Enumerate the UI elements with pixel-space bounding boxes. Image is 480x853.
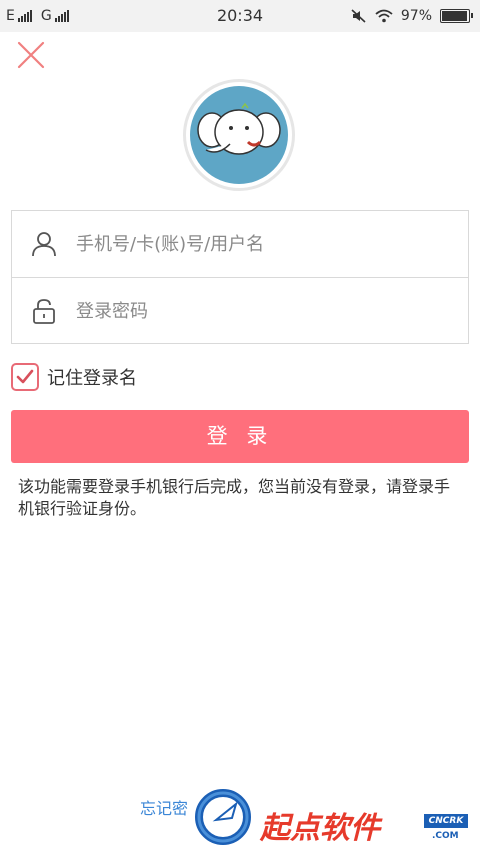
login-notice: 该功能需要登录手机银行后完成，您当前没有登录，请登录手机银行验证身份。 [18,477,451,518]
remember-label: 记住登录名 [47,368,137,389]
login-button[interactable]: 登 录 [11,410,469,463]
close-icon [17,41,45,69]
close-button[interactable] [16,40,46,70]
password-row [12,277,468,343]
watermark-brand: 起点软件 [260,811,380,846]
status-icons: 97% [351,6,473,26]
elephant-avatar [190,86,288,184]
mute-icon [351,9,366,23]
watermark-tag: CNCRK [424,814,468,828]
check-icon [16,369,34,384]
remember-username-checkbox[interactable]: 记住登录名 [11,362,137,392]
status-bar: E G 20:34 97% [0,0,480,32]
forgot-password-link[interactable]: 忘记密 [140,795,188,819]
watermark-logo-icon [195,789,251,845]
username-input[interactable] [76,224,456,264]
password-input[interactable] [76,291,456,331]
user-icon [32,232,56,257]
avatar [183,79,295,191]
username-row [12,211,468,277]
battery-icon [440,9,473,23]
battery-percent: 97% [400,8,432,24]
checkbox-box[interactable] [11,363,39,391]
watermark: 起点软件 CNCRK .COM [192,780,480,853]
lock-icon [33,299,55,324]
login-form [11,210,469,344]
wifi-icon [375,9,393,23]
watermark-domain: .COM [432,831,459,841]
